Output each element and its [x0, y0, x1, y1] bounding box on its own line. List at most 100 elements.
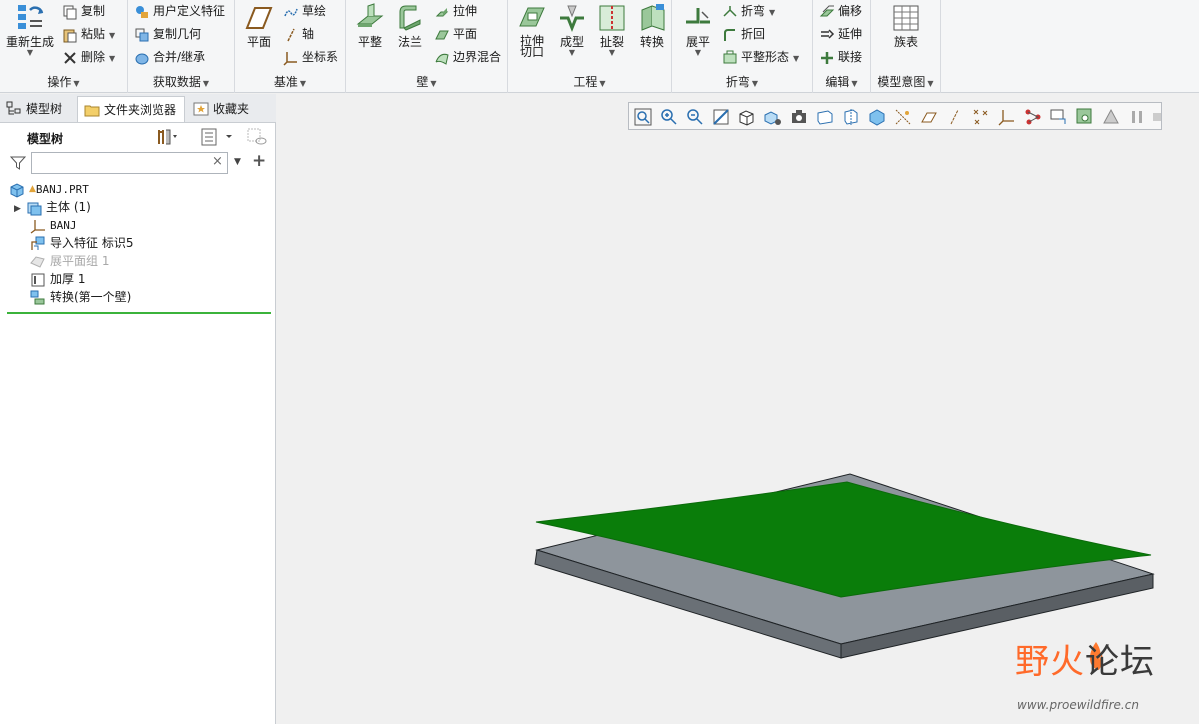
boundary-blend-button[interactable]: 边界混合: [434, 46, 501, 68]
tree-visibility-button[interactable]: [246, 127, 268, 147]
add-filter-icon[interactable]: +: [252, 151, 266, 171]
group-label-wall[interactable]: 壁 ▼: [346, 73, 507, 90]
copy-button[interactable]: 复制: [62, 0, 105, 22]
copy-geometry-button[interactable]: 复制几何: [134, 23, 201, 45]
family-table-label: 族表: [893, 35, 918, 49]
tree-item-label: 加厚 1: [50, 272, 86, 286]
tools-icon: [158, 129, 177, 145]
rip-button[interactable]: 扯裂 ▼: [592, 2, 632, 64]
chevron-down-icon[interactable]: ▼: [109, 54, 115, 63]
family-table-button[interactable]: 族表: [886, 2, 926, 64]
copy-geometry-icon: [135, 28, 149, 41]
tab-folder-browser-label: 文件夹浏览器: [104, 103, 177, 117]
tree-item-body[interactable]: ▶ 主体 (1): [14, 198, 91, 216]
tree-search-input[interactable]: [31, 152, 228, 174]
flat-wall-button[interactable]: 平整: [350, 2, 390, 64]
datum-plane-button[interactable]: 平面: [239, 2, 279, 64]
axis-button[interactable]: 轴: [283, 23, 314, 45]
flange-button[interactable]: 法兰: [390, 2, 430, 64]
join-label: 联接: [838, 50, 863, 64]
body-icon: [27, 202, 42, 215]
tree-columns-button[interactable]: [200, 127, 232, 147]
extend-button[interactable]: 延伸: [819, 23, 862, 45]
bend-button[interactable]: 折弯 ▼: [722, 0, 775, 22]
tree-item-label: BANJ: [50, 219, 77, 232]
csys-icon: [30, 219, 45, 234]
chevron-down-icon[interactable]: ▼: [592, 49, 632, 57]
csys-button[interactable]: 坐标系: [283, 46, 338, 68]
axis-icon: [287, 28, 295, 41]
group-label-operations[interactable]: 操作 ▼: [0, 73, 127, 90]
flange-icon: [399, 5, 421, 31]
chevron-down-icon[interactable]: ▼: [793, 54, 799, 63]
watermark-url: www.proewildfire.cn: [1017, 698, 1139, 712]
join-icon: [821, 51, 833, 64]
udf-button[interactable]: 用户定义特征: [134, 0, 225, 22]
navigator-tabs: 模型树 文件夹浏览器 收藏夹: [0, 94, 276, 123]
paste-button[interactable]: 粘贴 ▼: [62, 23, 115, 45]
group-engineering: 拉伸 切口 成型 ▼ 扯裂 ▼ 转换 工程 ▼: [508, 0, 672, 93]
form-button[interactable]: 成型 ▼: [552, 2, 592, 64]
tab-model-tree[interactable]: 模型树: [0, 96, 70, 122]
tree-item-csys[interactable]: BANJ: [30, 216, 77, 234]
merge-inherit-button[interactable]: 合并/继承: [134, 46, 205, 68]
flat-form-button[interactable]: 平整形态 ▼: [722, 46, 799, 68]
clear-filter-icon[interactable]: ×: [212, 154, 223, 169]
sketch-button[interactable]: 草绘: [283, 0, 326, 22]
ribbon: 重新生成 ▼ 复制 粘贴 ▼ 删除 ▼ 操作 ▼ 用户定义特征 复制几何 合并/继承 …: [0, 0, 1199, 93]
thicken-icon: [31, 273, 45, 286]
flat-form-icon: [723, 50, 737, 63]
extrude-wall-button[interactable]: 拉伸: [434, 0, 477, 22]
filter-icon[interactable]: [10, 155, 26, 171]
chevron-down-icon[interactable]: ▼: [769, 8, 775, 17]
tree-item-import-feature[interactable]: 导入特征 标识5: [30, 234, 133, 252]
group-datum: 平面 草绘 轴 坐标系 基准 ▼: [235, 0, 346, 93]
datum-plane-icon: [245, 7, 273, 29]
flange-label: 法兰: [397, 35, 422, 49]
bend-back-button[interactable]: 折回: [722, 23, 765, 45]
chevron-down-icon[interactable]: ▼: [552, 49, 592, 57]
offset-icon: [819, 5, 835, 16]
group-label-editing[interactable]: 编辑 ▼: [813, 73, 870, 90]
delete-button[interactable]: 删除 ▼: [62, 46, 115, 68]
unbend-button[interactable]: 展平 ▼: [678, 2, 718, 64]
tree-item-thicken[interactable]: 加厚 1: [30, 270, 85, 288]
import-icon: [31, 236, 45, 250]
paste-label: 粘贴: [81, 27, 106, 41]
convert-icon: [641, 4, 665, 31]
planar-wall-button[interactable]: 平面: [434, 23, 477, 45]
convert-button[interactable]: 转换: [632, 2, 672, 64]
join-button[interactable]: 联接: [819, 46, 862, 68]
chevron-down-icon[interactable]: ▼: [4, 49, 56, 57]
udf-label: 用户定义特征: [153, 4, 226, 18]
group-label-datum[interactable]: 基准 ▼: [235, 73, 345, 90]
tab-folder-browser[interactable]: 文件夹浏览器: [77, 96, 186, 122]
chevron-down-icon[interactable]: ▼: [678, 49, 718, 57]
group-label-get-data[interactable]: 获取数据 ▼: [128, 73, 234, 90]
insert-indicator[interactable]: [7, 312, 271, 314]
warning-icon: ▲: [29, 184, 36, 194]
watermark-title: 野火论坛: [1015, 642, 1155, 682]
group-label-bends[interactable]: 折弯 ▼: [672, 73, 812, 90]
tree-settings-button[interactable]: [156, 127, 178, 147]
tree-item-part[interactable]: ▲BANJ.PRT: [9, 180, 89, 198]
group-get-data: 用户定义特征 复制几何 合并/继承 获取数据 ▼: [128, 0, 235, 93]
folder-icon: [84, 105, 100, 117]
offset-button[interactable]: 偏移: [819, 0, 862, 22]
bend-icon: [723, 5, 737, 17]
paste-icon: [63, 29, 77, 42]
tree-item-flat-quilt[interactable]: 展平面组 1: [30, 252, 109, 270]
chevron-down-icon[interactable]: ▼: [234, 157, 241, 167]
expand-arrow-icon[interactable]: ▶: [14, 200, 26, 218]
chevron-down-icon[interactable]: ▼: [109, 31, 115, 40]
extrude-cut-button[interactable]: 拉伸 切口: [512, 2, 552, 64]
flat-wall-label: 平整: [357, 35, 382, 49]
part-icon: [10, 182, 24, 198]
graphics-window[interactable]: 野火论坛 www.proewildfire.cn: [277, 94, 1199, 724]
tab-favorites[interactable]: 收藏夹: [187, 96, 257, 122]
tree-item-convert[interactable]: 转换(第一个壁): [30, 288, 131, 306]
group-label-model-intent[interactable]: 模型意图 ▼: [871, 73, 940, 90]
regenerate-button[interactable]: 重新生成 ▼: [4, 2, 56, 64]
group-label-engineering[interactable]: 工程 ▼: [508, 73, 671, 90]
bend-back-icon: [724, 28, 735, 41]
